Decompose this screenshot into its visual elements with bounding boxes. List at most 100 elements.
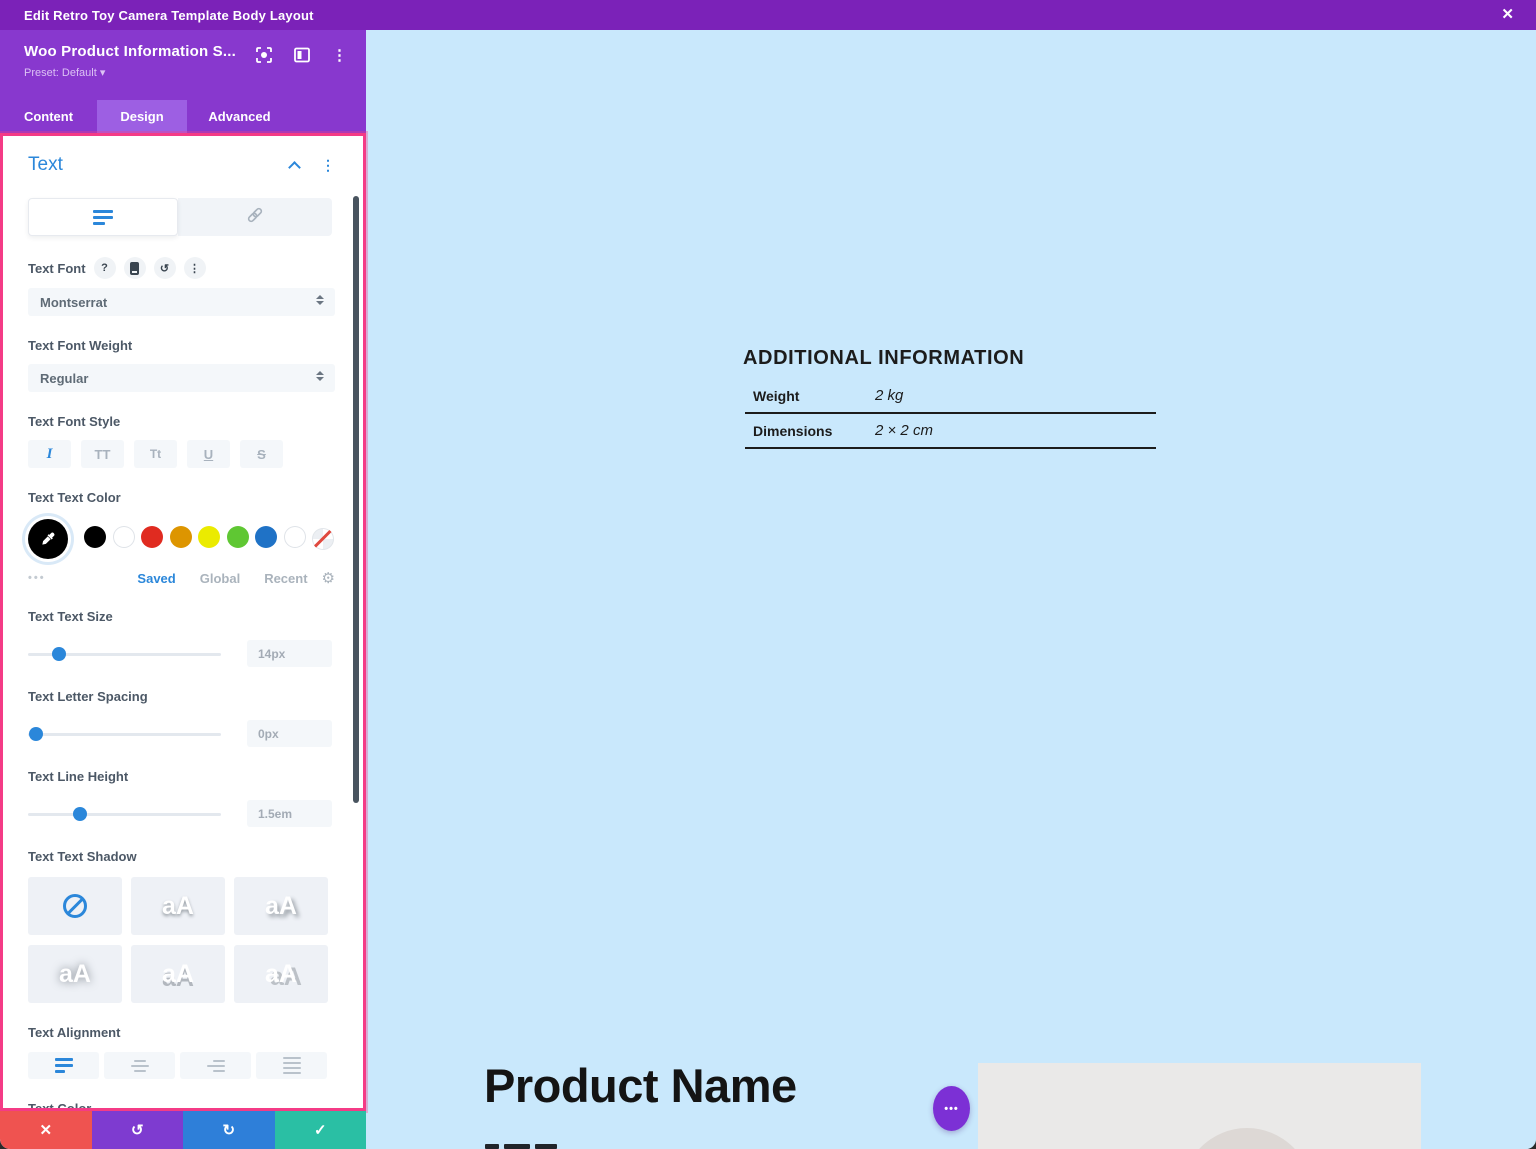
shadow-option[interactable]: aA: [234, 877, 328, 935]
color-swatch[interactable]: [198, 526, 220, 548]
slider-thumb[interactable]: [52, 647, 66, 661]
preset-selector[interactable]: Preset: Default ▾: [24, 66, 366, 79]
tab-design[interactable]: Design: [97, 100, 187, 133]
tab-content[interactable]: Content: [0, 100, 97, 133]
text-font-select[interactable]: Montserrat: [28, 288, 335, 316]
strikethrough-style-button[interactable]: S: [240, 440, 283, 468]
option-more-icon[interactable]: ⋮: [184, 257, 206, 279]
text-link-subtabs: [28, 198, 335, 236]
titlebar-title: Edit Retro Toy Camera Template Body Layo…: [24, 8, 314, 23]
slider-thumb[interactable]: [73, 807, 87, 821]
color-swatch[interactable]: [170, 526, 192, 548]
swatch-more-dots[interactable]: •••: [28, 572, 88, 584]
settings-tab-bar: Content Design Advanced: [0, 100, 366, 133]
more-options-icon[interactable]: ⋮: [332, 46, 348, 64]
caret-down-icon: ▾: [100, 67, 106, 79]
text-line-height-label: Text Line Height: [28, 769, 128, 784]
letter-spacing-slider[interactable]: [28, 727, 221, 741]
color-swatch[interactable]: [113, 526, 135, 548]
color-swatch[interactable]: [284, 526, 306, 548]
design-settings-scroll-area: Text ⋮: [0, 133, 366, 1111]
smallcaps-style-button[interactable]: Tt: [134, 440, 177, 468]
product-name-heading: Product Name: [484, 1058, 797, 1113]
text-alignment-label: Text Alignment: [28, 1025, 120, 1040]
subtab-link[interactable]: [178, 198, 332, 236]
uppercase-style-button[interactable]: TT: [81, 440, 124, 468]
link-icon: [245, 205, 265, 230]
section-more-icon[interactable]: ⋮: [321, 157, 335, 174]
select-arrows-icon: [316, 295, 324, 305]
align-right-icon: [207, 1060, 225, 1072]
save-button[interactable]: ✓: [275, 1111, 367, 1149]
align-center-button[interactable]: [104, 1052, 175, 1079]
chevron-up-icon[interactable]: [288, 161, 301, 174]
align-center-icon: [131, 1060, 149, 1072]
shadow-option[interactable]: aA: [234, 945, 328, 1003]
gear-icon[interactable]: ⚙: [322, 569, 335, 587]
saved-colors-tab[interactable]: Saved: [137, 571, 175, 586]
module-settings-panel: Woo Product Information S... Preset: Def…: [0, 30, 366, 1149]
color-swatch[interactable]: [255, 526, 277, 548]
text-text-color-label: Text Text Color: [28, 490, 121, 505]
text-color-label: Text Color: [28, 1101, 91, 1111]
module-options-dots-button[interactable]: •••: [933, 1086, 970, 1131]
row-value: 2 kg: [875, 387, 903, 404]
table-row: Weight 2 kg: [745, 379, 1156, 414]
text-section-title: Text: [28, 154, 290, 176]
additional-information-table: Weight 2 kg Dimensions 2 × 2 cm: [745, 379, 1156, 449]
text-lines-icon: [93, 210, 113, 225]
color-swatch[interactable]: [141, 526, 163, 548]
italic-style-button[interactable]: I: [28, 440, 71, 468]
no-shadow-icon: [63, 894, 87, 918]
row-label: Dimensions: [745, 423, 875, 439]
underline-style-button[interactable]: U: [187, 440, 230, 468]
focus-module-icon[interactable]: [256, 47, 272, 63]
module-settings-header: Woo Product Information S... Preset: Def…: [0, 30, 366, 100]
line-height-slider[interactable]: [28, 807, 221, 821]
text-font-style-label: Text Font Style: [28, 414, 120, 429]
align-left-button[interactable]: [28, 1052, 99, 1079]
settings-footer-actions: ✕ ↺ ↻ ✓: [0, 1111, 366, 1149]
global-colors-tab[interactable]: Global: [200, 571, 240, 586]
align-right-button[interactable]: [180, 1052, 251, 1079]
color-swatch[interactable]: [84, 526, 106, 548]
help-icon[interactable]: ?: [94, 257, 116, 279]
discard-button[interactable]: ✕: [0, 1111, 92, 1149]
reset-icon[interactable]: ↺: [154, 257, 176, 279]
text-size-value-input[interactable]: 14px: [247, 640, 332, 667]
shadow-option[interactable]: aA: [131, 877, 225, 935]
shadow-option[interactable]: aA: [131, 945, 225, 1003]
panel-scrollbar[interactable]: [353, 196, 359, 803]
eyedropper-color-picker[interactable]: [28, 519, 68, 559]
color-swatches: [84, 526, 312, 553]
text-font-label: Text Font: [28, 261, 86, 276]
line-height-value-input[interactable]: 1.5em: [247, 800, 332, 827]
image-placeholder-circle: [1182, 1128, 1312, 1149]
text-font-weight-select[interactable]: Regular: [28, 364, 335, 392]
clipped-price-text: [485, 1144, 557, 1149]
recent-colors-tab[interactable]: Recent: [264, 571, 307, 586]
text-letter-spacing-label: Text Letter Spacing: [28, 689, 148, 704]
slider-thumb[interactable]: [29, 727, 43, 741]
letter-spacing-value-input[interactable]: 0px: [247, 720, 332, 747]
table-row: Dimensions 2 × 2 cm: [745, 414, 1156, 449]
text-size-slider[interactable]: [28, 647, 221, 661]
additional-information-heading: ADDITIONAL INFORMATION: [743, 347, 1024, 370]
text-font-weight-label: Text Font Weight: [28, 338, 132, 353]
subtab-text[interactable]: [28, 198, 178, 236]
shadow-option[interactable]: aA: [28, 945, 122, 1003]
undo-button[interactable]: ↺: [92, 1111, 184, 1149]
product-image-placeholder: [978, 1063, 1421, 1149]
split-view-icon[interactable]: [294, 47, 310, 63]
close-icon[interactable]: ✕: [1501, 4, 1514, 26]
page-preview-canvas[interactable]: ADDITIONAL INFORMATION Weight 2 kg Dimen…: [366, 30, 1536, 1149]
text-text-size-label: Text Text Size: [28, 609, 113, 624]
template-edit-titlebar: Edit Retro Toy Camera Template Body Layo…: [0, 0, 1536, 30]
responsive-phone-icon[interactable]: [124, 257, 146, 279]
tab-advanced[interactable]: Advanced: [187, 100, 292, 133]
transparent-color-swatch[interactable]: [312, 528, 334, 550]
shadow-none-option[interactable]: [28, 877, 122, 935]
redo-button[interactable]: ↻: [183, 1111, 275, 1149]
color-swatch[interactable]: [227, 526, 249, 548]
align-justify-button[interactable]: [256, 1052, 327, 1079]
